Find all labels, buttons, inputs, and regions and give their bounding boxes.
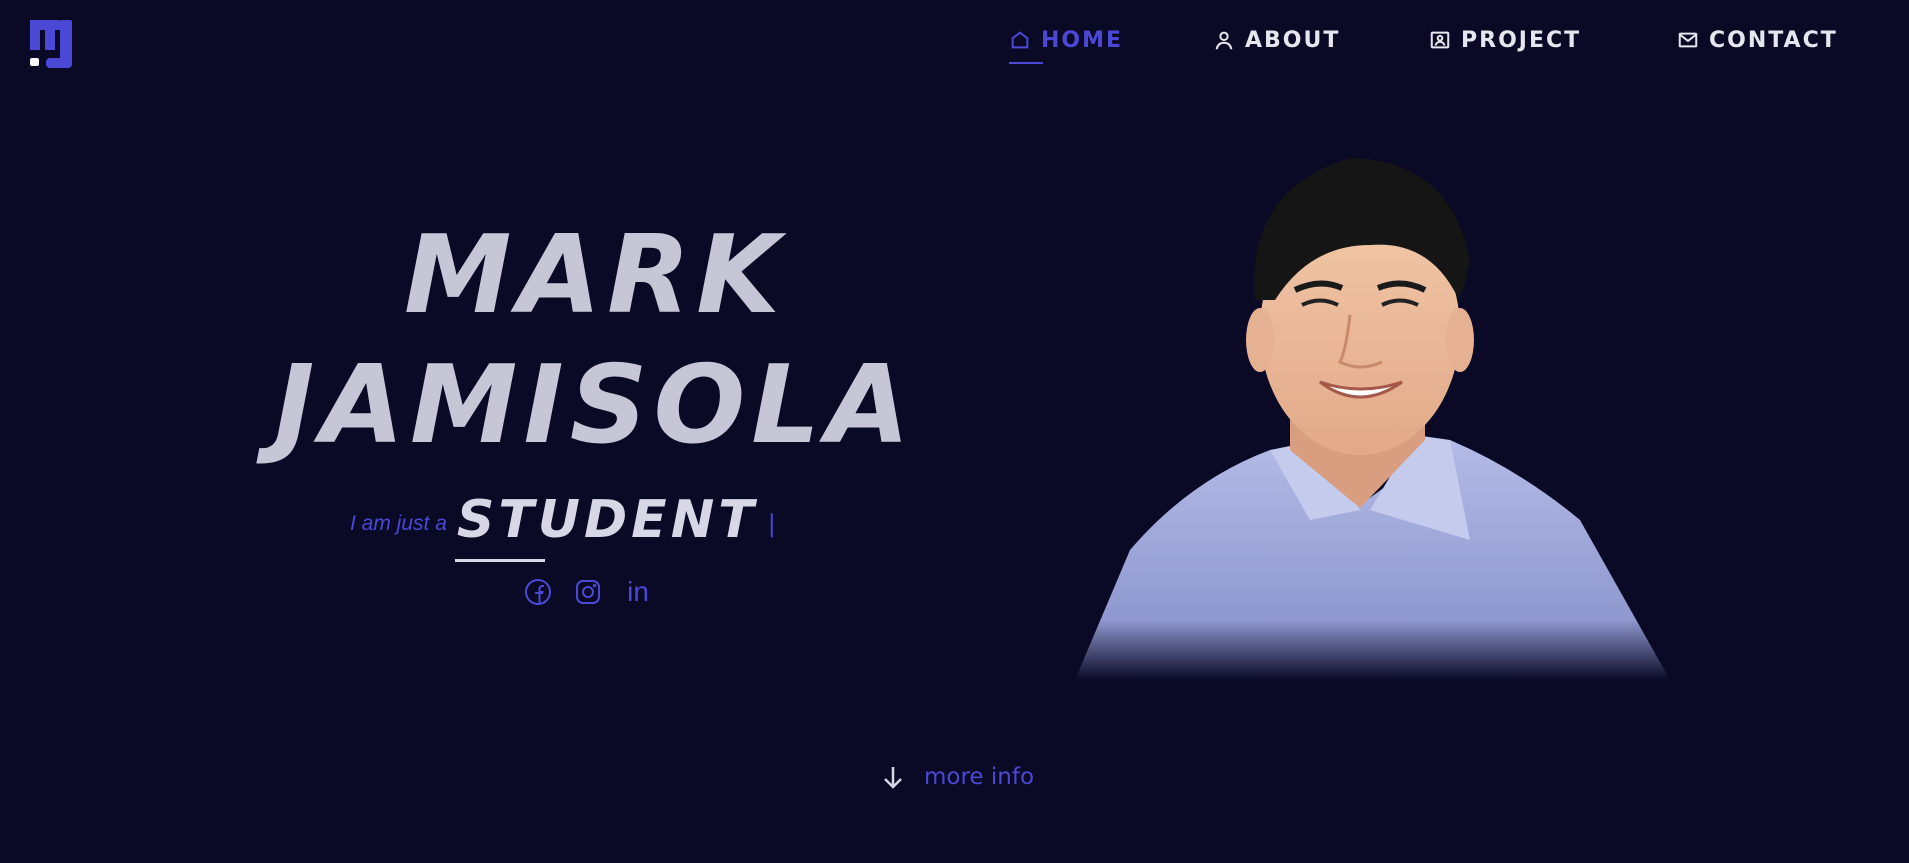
nav-contact[interactable]: CONTACT: [1677, 22, 1838, 58]
profile-photo: [1075, 158, 1670, 680]
nav-home-label: HOME: [1041, 27, 1124, 53]
mail-icon: [1678, 32, 1698, 48]
nav-home[interactable]: HOME: [1009, 22, 1124, 64]
social-links: in: [524, 578, 652, 606]
nav-project-label: PROJECT: [1461, 27, 1582, 53]
instagram-link[interactable]: [574, 578, 602, 606]
typing-cursor: |: [767, 510, 776, 538]
more-info-label: more info: [924, 764, 1035, 790]
facebook-icon: [525, 579, 551, 605]
tagline-prefix: I am just a: [350, 512, 447, 535]
instagram-icon: [576, 580, 600, 604]
more-info-link[interactable]: more info: [880, 764, 1034, 790]
hero-first-name: MARK: [404, 213, 786, 338]
facebook-link[interactable]: [524, 578, 552, 606]
arrow-down-icon: [884, 767, 902, 789]
nav-contact-label: CONTACT: [1709, 27, 1838, 53]
nav-about-label: ABOUT: [1245, 27, 1341, 53]
mj-logo-icon[interactable]: [28, 20, 76, 76]
hero-last-name: JAMISOLA: [274, 343, 916, 468]
id-card-icon: [1430, 31, 1450, 49]
main-nav: HOME ABOUT PROJECT CONTACT: [1009, 22, 1889, 64]
active-underline: [1009, 62, 1043, 64]
role-underline: [454, 559, 545, 562]
nav-about[interactable]: ABOUT: [1213, 22, 1340, 58]
linkedin-link[interactable]: in: [624, 578, 652, 606]
nav-project[interactable]: PROJECT: [1429, 22, 1581, 58]
tagline-role: STUDENT: [454, 494, 758, 562]
linkedin-icon: in: [627, 576, 649, 607]
user-icon: [1215, 31, 1233, 50]
hero-tagline: I am just a STUDENT |: [350, 476, 776, 562]
home-icon: [1011, 31, 1029, 49]
tagline-role-text: STUDENT: [456, 490, 758, 550]
